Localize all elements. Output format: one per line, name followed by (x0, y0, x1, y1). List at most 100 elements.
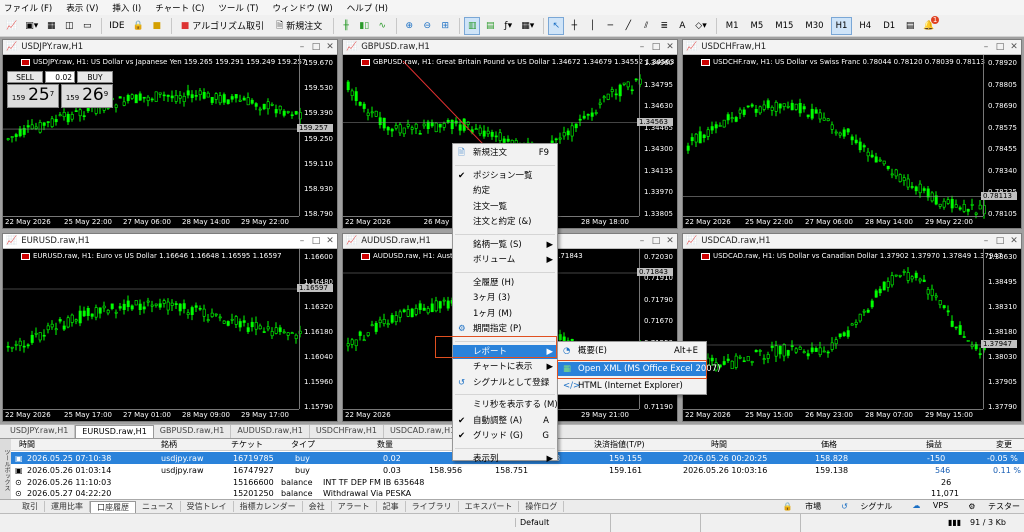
timeframe-m1[interactable]: M1 (721, 17, 744, 35)
menu-help[interactable]: ヘルプ (H) (347, 2, 388, 14)
timeframe-m15[interactable]: M15 (770, 17, 798, 35)
table-row[interactable]: ⊙ 2026.05.27 04:22:20 15201250 balance W… (11, 488, 1024, 498)
minimize-icon[interactable]: – (295, 42, 309, 52)
menu-file[interactable]: ファイル (F) (4, 2, 52, 14)
tab-journal[interactable]: 操作ログ (519, 501, 565, 512)
col-time[interactable]: 時間 (19, 439, 35, 450)
close-icon[interactable]: ✕ (323, 236, 337, 246)
templates-icon[interactable]: ▦▾ (518, 17, 537, 35)
menu-window[interactable]: ウィンドウ (W) (272, 2, 332, 14)
minimize-icon[interactable]: – (295, 236, 309, 246)
profiles-icon[interactable]: ▣▾ (22, 17, 41, 35)
context-menu-item[interactable]: 注文一覧 (453, 200, 557, 214)
algo-trading-button[interactable]: ■ アルゴリズム取引 (176, 17, 269, 35)
context-menu-item[interactable]: 注文と約定 (&) (453, 215, 557, 229)
context-menu-item[interactable]: 約定 (453, 184, 557, 198)
signals-link[interactable]: ↺ シグナル (831, 501, 892, 512)
context-menu-item[interactable]: ⚙ 期間指定 (P) (453, 322, 557, 336)
menu-insert[interactable]: 挿入 (I) (112, 2, 141, 14)
fibo-icon[interactable]: ≣ (656, 17, 672, 35)
vertical-line-icon[interactable]: │ (584, 17, 600, 35)
context-menu-item[interactable]: 全履歴 (H) (453, 276, 557, 290)
shapes-icon[interactable]: ◇▾ (692, 17, 709, 35)
notifications-icon[interactable]: 🔔 1 (920, 15, 940, 35)
candlestick-icon[interactable]: ▮▯ (356, 17, 372, 35)
strategy-tester-icon[interactable]: ■ (149, 17, 165, 35)
period-list-icon[interactable]: ▤ (902, 17, 918, 35)
price-axis[interactable]: 0.78920 0.78805 0.78690 0.78575 0.78455 0.783… (981, 55, 1021, 218)
maximize-icon[interactable]: □ (649, 42, 663, 52)
table-row[interactable]: ▣ 2026.05.26 01:03:14 usdjpy.raw 1674792… (11, 464, 1024, 476)
maximize-icon[interactable]: □ (649, 236, 663, 246)
chart-tab-usdcad[interactable]: USDCAD.raw,H1 (384, 425, 463, 438)
chart-window-titlebar[interactable]: 📈 EURUSD.raw,H1 – □ ✕ (3, 234, 337, 249)
context-menu-item[interactable]: ✔ グリッド (G) G (453, 429, 557, 443)
market-watch-icon[interactable]: ▦ (43, 17, 59, 35)
tile-windows-icon[interactable]: ⊞ (437, 17, 453, 35)
chart-plot[interactable]: USDCAD.raw, H1: US Dollar vs Canadian Do… (683, 249, 1021, 421)
timeframe-h1[interactable]: H1 (830, 16, 853, 35)
context-menu-item[interactable]: ✔ 自動調整 (A) A (453, 414, 557, 428)
chart-tab-audusd[interactable]: AUDUSD.raw,H1 (231, 425, 310, 438)
tester-link[interactable]: ⚙ テスター (958, 501, 1020, 512)
chart-tab-usdchf[interactable]: USDCHFraw,H1 (310, 425, 384, 438)
channel-icon[interactable]: ⫽ (638, 17, 654, 35)
chart-plot[interactable]: USDJPY.raw, H1: US Dollar vs Japanese Ye… (3, 55, 337, 228)
chart-window-titlebar[interactable]: 📈 GBPUSD.raw,H1 – □ ✕ (343, 40, 677, 55)
indicators-icon[interactable]: ƒ▾ (500, 17, 516, 35)
context-menu-item[interactable]: 銘柄一覧 (S) ▶ (453, 238, 557, 252)
tab-company[interactable]: 会社 (303, 501, 332, 512)
col-tp[interactable]: 決済指値(T/P) (594, 439, 645, 450)
close-icon[interactable]: ✕ (323, 42, 337, 52)
context-menu-item[interactable]: 表示列 ▶ (453, 452, 557, 466)
minimize-icon[interactable]: – (979, 236, 993, 246)
tab-alerts[interactable]: アラート (332, 501, 377, 512)
minimize-icon[interactable]: – (635, 42, 649, 52)
tab-history[interactable]: 口座履歴 (90, 500, 136, 513)
chart-window[interactable]: 📈 USDJPY.raw,H1 – □ ✕ USDJPY.raw, H1: US Doll… (2, 39, 338, 229)
col-profit[interactable]: 損益 (926, 439, 942, 450)
maximize-icon[interactable]: □ (309, 236, 323, 246)
close-icon[interactable]: ✕ (1007, 42, 1021, 52)
tab-trade[interactable]: 取引 (16, 501, 45, 512)
new-order-button[interactable]: 🗎 新規注文 (271, 17, 327, 35)
cursor-icon[interactable]: ↖ (548, 16, 565, 35)
context-menu-item[interactable]: 3ヶ月 (3) (453, 291, 557, 305)
col-symbol[interactable]: 銘柄 (161, 439, 177, 450)
chart-tab-usdjpy[interactable]: USDJPY.raw,H1 (4, 425, 76, 438)
bar-chart-icon[interactable]: ╫ (338, 17, 354, 35)
chart-window[interactable]: 📈 EURUSD.raw,H1 – □ ✕ EURUSD.raw, H1: Euro vs… (2, 233, 338, 422)
autoscroll-icon[interactable]: ▤ (482, 17, 498, 35)
col-volume[interactable]: 数量 (377, 439, 393, 450)
terminal-icon[interactable]: ▭ (79, 17, 95, 35)
chart-window[interactable]: 📈 USDCAD.raw,H1 – □ ✕ USDCAD.raw, H1: US Doll… (682, 233, 1022, 422)
vps-link[interactable]: ☁ VPS (902, 501, 948, 512)
line-chart-icon[interactable]: ∿ (374, 17, 390, 35)
volume-input[interactable]: 0.02 (45, 71, 75, 83)
ask-price[interactable]: 159 269 (61, 84, 113, 108)
chart-plot[interactable]: USDCHF.raw, H1: US Dollar vs Swiss Franc… (683, 55, 1021, 228)
chart-window-titlebar[interactable]: 📈 USDJPY.raw,H1 – □ ✕ (3, 40, 337, 55)
time-axis[interactable]: 22 May 2026 25 May 22:00 27 May 06:00 28 Ma… (3, 216, 299, 228)
text-icon[interactable]: A (674, 17, 690, 35)
maximize-icon[interactable]: □ (309, 42, 323, 52)
tab-experts[interactable]: エキスパート (459, 501, 520, 512)
close-icon[interactable]: ✕ (1007, 236, 1021, 246)
chart-tab-eurusd[interactable]: EURUSD.raw,H1 (75, 425, 154, 438)
bid-price[interactable]: 159 257 (7, 84, 59, 108)
toolbox-side-label[interactable]: ツールボックス (0, 439, 11, 500)
chart-window-titlebar[interactable]: 📈 USDCHFraw,H1 – □ ✕ (683, 40, 1021, 55)
timeframe-d1[interactable]: D1 (878, 17, 900, 35)
maximize-icon[interactable]: □ (993, 236, 1007, 246)
menu-item-open-xml[interactable]: ▦ Open XML (MS Office Excel 2007) (558, 362, 720, 376)
menu-view[interactable]: 表示 (V) (66, 2, 98, 14)
timeframe-m30[interactable]: M30 (800, 17, 828, 35)
timeframe-h4[interactable]: H4 (854, 17, 876, 35)
context-menu-item[interactable]: レポート ▶ (453, 344, 557, 359)
chart-window-titlebar[interactable]: 📈 USDCAD.raw,H1 – □ ✕ (683, 234, 1021, 249)
chart-shift-icon[interactable]: ▥ (464, 16, 481, 35)
tab-exposure[interactable]: 運用比率 (45, 501, 90, 512)
price-axis[interactable]: 159.670 159.530 159.390 159.250 159.110 158.9… (297, 55, 337, 218)
col-ticket[interactable]: チケット (231, 439, 263, 450)
context-menu-item[interactable]: ミリ秒を表示する (M) (453, 398, 558, 412)
